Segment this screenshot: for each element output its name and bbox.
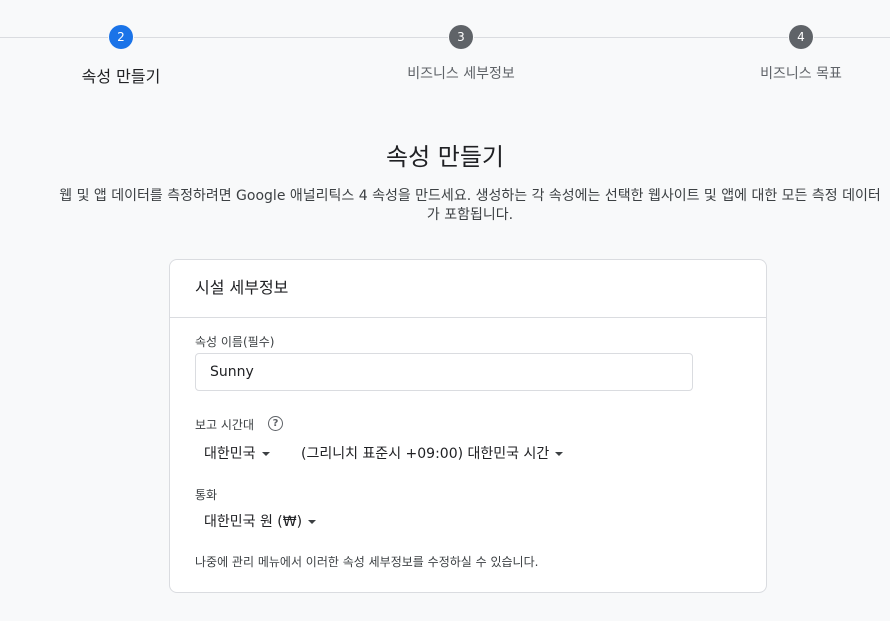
chevron-down-icon <box>261 452 270 456</box>
currency-value: 대한민국 원 (₩) <box>204 514 303 530</box>
step-connector <box>0 37 108 38</box>
chevron-down-icon <box>555 452 564 456</box>
step-connector <box>814 37 890 38</box>
edit-later-note: 나중에 관리 메뉴에서 이러한 속성 세부정보를 수정하실 수 있습니다. <box>195 555 539 569</box>
step-4-label: 비즈니스 목표 <box>760 66 842 82</box>
timezone-label: 보고 시간대 <box>195 418 255 432</box>
stepper: 2 3 4 속성 만들기 비즈니스 세부정보 비즈니스 목표 <box>0 0 890 100</box>
step-4-indicator: 4 <box>789 25 813 49</box>
chevron-down-icon <box>308 520 317 524</box>
property-name-input[interactable] <box>195 353 693 391</box>
timezone-country-value: 대한민국 <box>204 446 256 462</box>
currency-label: 통화 <box>195 488 218 502</box>
step-2-indicator: 2 <box>109 25 133 49</box>
timezone-select[interactable]: (그리니치 표준시 +09:00) 대한민국 시간 <box>301 443 564 463</box>
help-icon[interactable]: ? <box>268 416 283 431</box>
step-3-label: 비즈니스 세부정보 <box>407 66 515 82</box>
timezone-value: (그리니치 표준시 +09:00) 대한민국 시간 <box>301 446 550 462</box>
step-2-label: 속성 만들기 <box>81 67 161 86</box>
step-3-indicator: 3 <box>449 25 473 49</box>
property-details-card: 시설 세부정보 속성 이름(필수) 보고 시간대 ? 대한민국 (그리니치 표준… <box>169 259 767 593</box>
page-title: 속성 만들기 <box>385 143 505 171</box>
property-name-label: 속성 이름(필수) <box>195 335 275 349</box>
page-description: 웹 및 앱 데이터를 측정하려면 Google 애널리틱스 4 속성을 만드세요… <box>59 188 881 223</box>
step-connector <box>474 37 788 38</box>
card-title: 시설 세부정보 <box>170 260 766 318</box>
timezone-country-select[interactable]: 대한민국 <box>204 443 270 463</box>
step-connector <box>134 37 448 38</box>
currency-select[interactable]: 대한민국 원 (₩) <box>204 511 317 531</box>
